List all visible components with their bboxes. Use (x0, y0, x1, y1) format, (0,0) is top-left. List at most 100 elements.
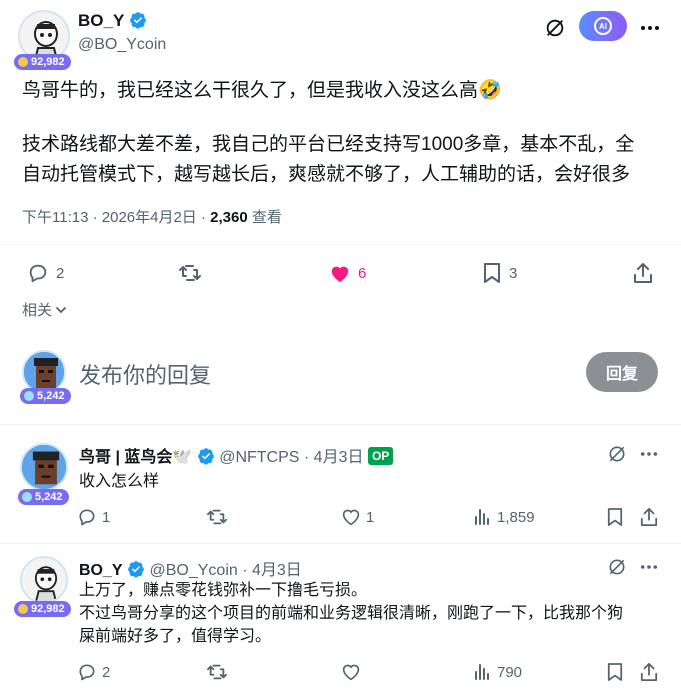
grok-icon[interactable] (541, 14, 569, 42)
reply-button[interactable] (76, 506, 98, 528)
analytics-icon (475, 664, 489, 680)
related-toggle[interactable]: 相关 (22, 299, 68, 320)
chevron-down-icon (56, 306, 66, 313)
bookmark-icon (607, 663, 623, 681)
grok-icon[interactable] (604, 441, 630, 467)
like-button[interactable] (328, 261, 352, 285)
heart-icon (342, 664, 360, 681)
reply-submit-button[interactable]: 回复 (586, 352, 658, 392)
heart-filled-icon (331, 266, 349, 283)
reply-count: 2 (56, 265, 65, 282)
bookmark-icon (484, 263, 500, 283)
bookmark-icon (607, 508, 623, 526)
share-icon (640, 663, 658, 681)
like-button[interactable] (340, 661, 362, 683)
reply-text-line: 上万了，赚点零花钱弥补一下撸毛亏损。 (79, 582, 368, 599)
reply-input[interactable]: 发布你的回复 (79, 358, 211, 390)
repost-button[interactable] (206, 506, 228, 528)
views-button[interactable] (472, 506, 494, 528)
medal-icon (24, 391, 34, 401)
repost-icon (207, 664, 227, 680)
analytics-icon (475, 509, 489, 525)
pixel-punk-avatar-icon (22, 445, 66, 489)
boy-avatar-icon (22, 558, 66, 602)
medal-icon (22, 492, 32, 502)
medal-icon (18, 604, 28, 614)
verified-badge-icon (128, 561, 144, 578)
repost-icon (179, 265, 201, 281)
divider (0, 543, 681, 544)
share-icon (634, 263, 652, 283)
repost-button[interactable] (206, 661, 228, 683)
author-name[interactable]: BO_Y (78, 11, 124, 30)
reply-author-handle[interactable]: @NFTCPS (219, 449, 299, 466)
post-meta: 下午11:13 · 2026年4月2日 · 2,360 查看 (22, 206, 282, 227)
reply-count: 1 (102, 509, 111, 526)
views-count: 790 (497, 664, 523, 681)
post-text-line: 技术路线都大差不差，我自己的平台已经支持写1000多章，基本不乱，全 (22, 134, 635, 155)
bookmark-button[interactable] (604, 661, 626, 683)
like-count: 1 (366, 509, 375, 526)
bookmark-count: 3 (509, 265, 518, 282)
reply-header: BO_Y @BO_Ycoin · 4月3日 (79, 556, 302, 580)
bookmark-button[interactable] (604, 506, 626, 528)
post-timestamp[interactable]: 下午11:13 · 2026年4月2日 · (22, 209, 210, 226)
more-options-button[interactable] (636, 554, 662, 580)
reply-avatar[interactable] (20, 443, 68, 491)
bookmark-button[interactable] (480, 261, 504, 285)
reply-text: 收入怎么样 (79, 473, 160, 490)
divider (0, 424, 681, 425)
views-label: 查看 (247, 209, 282, 226)
ai-label: AI (594, 17, 612, 35)
reply-date[interactable]: · 4月3日 (238, 562, 302, 579)
heart-icon (342, 509, 360, 526)
verified-badge-icon (129, 12, 146, 29)
author-handle[interactable]: @BO_Ycoin (78, 36, 166, 54)
repost-button[interactable] (178, 261, 202, 285)
grok-icon[interactable] (604, 554, 630, 580)
medal-icon (18, 57, 28, 67)
user-badge: 92,982 (14, 601, 71, 617)
views-count: 1,859 (497, 509, 535, 526)
more-dots-icon (640, 452, 658, 456)
more-dots-icon (640, 565, 658, 569)
related-label: 相关 (22, 302, 53, 319)
slash-circle-icon (546, 19, 564, 37)
post-text-line: 鸟哥牛的，我已经这么干很久了，但是我收入没这么高🤣 (22, 80, 502, 101)
views-button[interactable] (472, 661, 494, 683)
ai-button[interactable]: AI (579, 11, 627, 41)
reply-date[interactable]: · 4月3日 (299, 449, 364, 466)
divider (0, 244, 681, 245)
share-button[interactable] (631, 261, 655, 285)
more-options-button[interactable] (636, 441, 662, 467)
verified-badge-icon (197, 448, 214, 465)
user-badge: 92,982 (14, 54, 71, 70)
reply-icon (79, 509, 95, 526)
share-icon (640, 508, 658, 526)
reply-text-line: 屎前端好多了，值得学习。 (79, 628, 272, 645)
slash-circle-icon (609, 446, 625, 462)
reply-avatar[interactable] (20, 556, 68, 604)
post-views: 2,360 (210, 209, 248, 226)
reply-icon (29, 264, 47, 283)
reply-count: 2 (102, 664, 111, 681)
post-text-line: 自动托管模式下，越写越长后，爽感就不够了，人工辅助的话，会好很多 (22, 164, 631, 185)
reply-header: 鸟哥 | 蓝鸟会🕊️ @NFTCPS · 4月3日 OP (79, 443, 394, 467)
reply-author-name[interactable]: 鸟哥 | 蓝鸟会🕊️ (79, 449, 192, 466)
share-button[interactable] (638, 506, 660, 528)
user-badge: 5,242 (20, 388, 71, 404)
slash-circle-icon (609, 559, 625, 575)
like-button[interactable] (340, 506, 362, 528)
more-options-button[interactable] (636, 14, 664, 42)
more-dots-icon (641, 26, 659, 30)
reply-button[interactable] (76, 661, 98, 683)
share-button[interactable] (638, 661, 660, 683)
reply-button[interactable] (26, 261, 50, 285)
repost-icon (207, 509, 227, 525)
reply-icon (79, 664, 95, 681)
reply-author-name[interactable]: BO_Y (79, 562, 123, 579)
like-count: 6 (358, 265, 367, 282)
reply-author-handle[interactable]: @BO_Ycoin (149, 562, 237, 579)
user-badge: 5,242 (18, 489, 69, 505)
op-badge: OP (367, 447, 394, 465)
